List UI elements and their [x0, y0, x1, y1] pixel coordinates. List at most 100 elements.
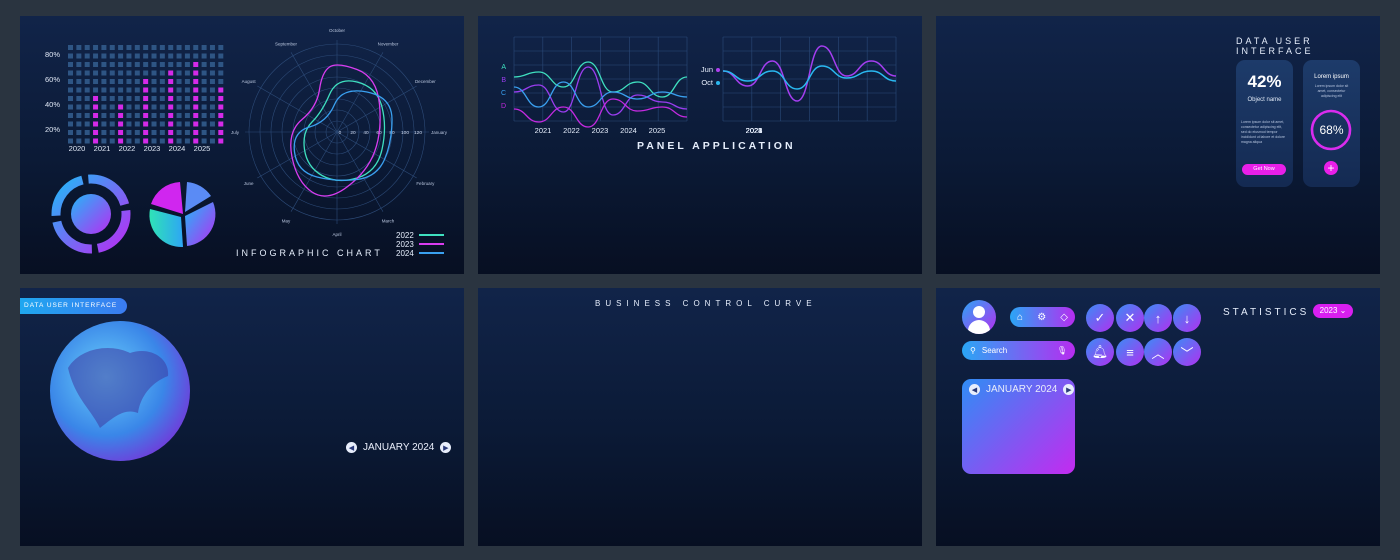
matrix-dot: [159, 130, 165, 135]
matrix-dot: [168, 138, 174, 144]
panel-application: A B C D 2021 2022 2023 2024 2025 Jun Oct 2021 2022 2…: [478, 16, 922, 274]
matrix-dot: [76, 138, 82, 144]
matrix-dot: [209, 79, 215, 84]
matrix-dot: [209, 138, 215, 144]
next-month-button[interactable]: ▶: [440, 442, 452, 453]
matrix-dot: [184, 79, 190, 84]
prev-month-button[interactable]: ◀: [346, 442, 357, 453]
matrix-dot: [218, 130, 224, 135]
matrix-dot: [218, 138, 224, 144]
smooth-line-chart: JunOct20212022202320242025: [701, 36, 897, 135]
matrix-dot: [143, 53, 149, 59]
matrix-dot: [109, 79, 115, 84]
matrix-dot: [68, 130, 73, 135]
matrix-dot: [176, 121, 182, 127]
wave-line-chart: ABCD 2021 2022 2023 2024 2025: [501, 36, 688, 135]
matrix-dot: [118, 96, 124, 101]
radar-month-label: March: [382, 218, 395, 223]
matrix-dot: [93, 130, 99, 135]
matrix-dot: [109, 70, 115, 76]
matrix-dot: [218, 104, 224, 110]
matrix-dot: [176, 96, 182, 101]
matrix-dot: [93, 113, 99, 118]
matrix-dot: [209, 53, 215, 59]
globe: [50, 321, 190, 461]
matrix-dot: [176, 62, 182, 67]
matrix-dot: [134, 121, 140, 127]
matrix-dot: [109, 104, 115, 110]
matrix-dot: [201, 70, 207, 76]
matrix-dot: [84, 113, 90, 118]
matrix-dot: [76, 62, 82, 67]
matrix-dot: [109, 45, 115, 50]
y-tick-label: 80%: [45, 50, 60, 59]
matrix-dot: [209, 130, 215, 135]
matrix-dot: [168, 45, 174, 50]
panel5-canvas: [478, 288, 922, 546]
get-now-button[interactable]: Get Now: [1242, 164, 1286, 175]
matrix-dot: [193, 53, 199, 59]
matrix-dot: [201, 104, 207, 110]
matrix-dot: [209, 121, 215, 127]
matrix-dot: [143, 138, 149, 144]
dot-matrix-y-axis: 80% 60% 40% 20%: [45, 50, 60, 134]
radar-month-label: November: [378, 42, 399, 47]
matrix-dot: [193, 62, 199, 67]
infographic-chart-panel: 80% 60% 40% 20% 2020 2021 2022 2023 2024 2025 Oc…: [20, 16, 464, 274]
matrix-dot: [193, 121, 199, 127]
matrix-dot: [93, 87, 99, 93]
dot-matrix-x-axis: 2020 2021 2022 2023 2024 2025: [69, 144, 211, 153]
radial-tick-label: 100: [401, 130, 409, 136]
matrix-dot: [126, 79, 132, 84]
matrix-dot: [168, 96, 174, 101]
matrix-dot: [193, 45, 199, 50]
matrix-dot: [159, 79, 165, 84]
x-tick-label: 2021: [535, 126, 552, 135]
matrix-dot: [218, 79, 224, 84]
matrix-dot: [218, 45, 224, 50]
matrix-dot: [143, 62, 149, 67]
stat-card-body: Lorem ipsum dolor sit amet, consectetur …: [1241, 120, 1285, 144]
year-select-value: 2023: [1319, 306, 1338, 315]
radar-month-label: January: [431, 130, 448, 135]
matrix-dot: [84, 62, 90, 67]
matrix-dot: [159, 70, 165, 76]
matrix-dot: [109, 62, 115, 67]
matrix-dot: [134, 79, 140, 84]
donut-center: [71, 194, 111, 234]
matrix-dot: [76, 113, 82, 118]
matrix-dot: [209, 104, 215, 110]
y-tick-label: 40%: [45, 100, 60, 109]
matrix-dot: [184, 121, 190, 127]
x-tick-label: 2025: [194, 144, 211, 153]
matrix-dot: [151, 70, 157, 76]
year-select[interactable]: 2023 ⌄: [1313, 304, 1353, 318]
stat-card-label: Object name: [1247, 97, 1282, 103]
radar-month-label: September: [275, 42, 298, 47]
matrix-dot: [184, 87, 190, 93]
matrix-dot: [134, 96, 140, 101]
legend-label: Jun: [701, 65, 713, 74]
matrix-dot: [201, 121, 207, 127]
matrix-dot: [193, 138, 199, 144]
y-tick-label: 60%: [45, 75, 60, 84]
matrix-dot: [76, 70, 82, 76]
matrix-dot: [184, 104, 190, 110]
matrix-dot: [176, 104, 182, 110]
matrix-dot: [126, 45, 132, 50]
matrix-dot: [126, 53, 132, 59]
matrix-dot: [209, 87, 215, 93]
matrix-dot: [151, 45, 157, 50]
radial-tick-label: 40: [363, 130, 369, 136]
matrix-dot: [76, 121, 82, 127]
matrix-dot: [76, 87, 82, 93]
matrix-dot: [193, 87, 199, 93]
matrix-dot: [168, 53, 174, 59]
matrix-dot: [218, 121, 224, 127]
add-button[interactable]: +: [1324, 161, 1338, 175]
x-tick-label: 2022: [119, 144, 136, 153]
series-label: D: [501, 103, 506, 110]
matrix-dot: [176, 70, 182, 76]
matrix-dot: [84, 96, 90, 101]
series-label: A: [501, 64, 506, 71]
